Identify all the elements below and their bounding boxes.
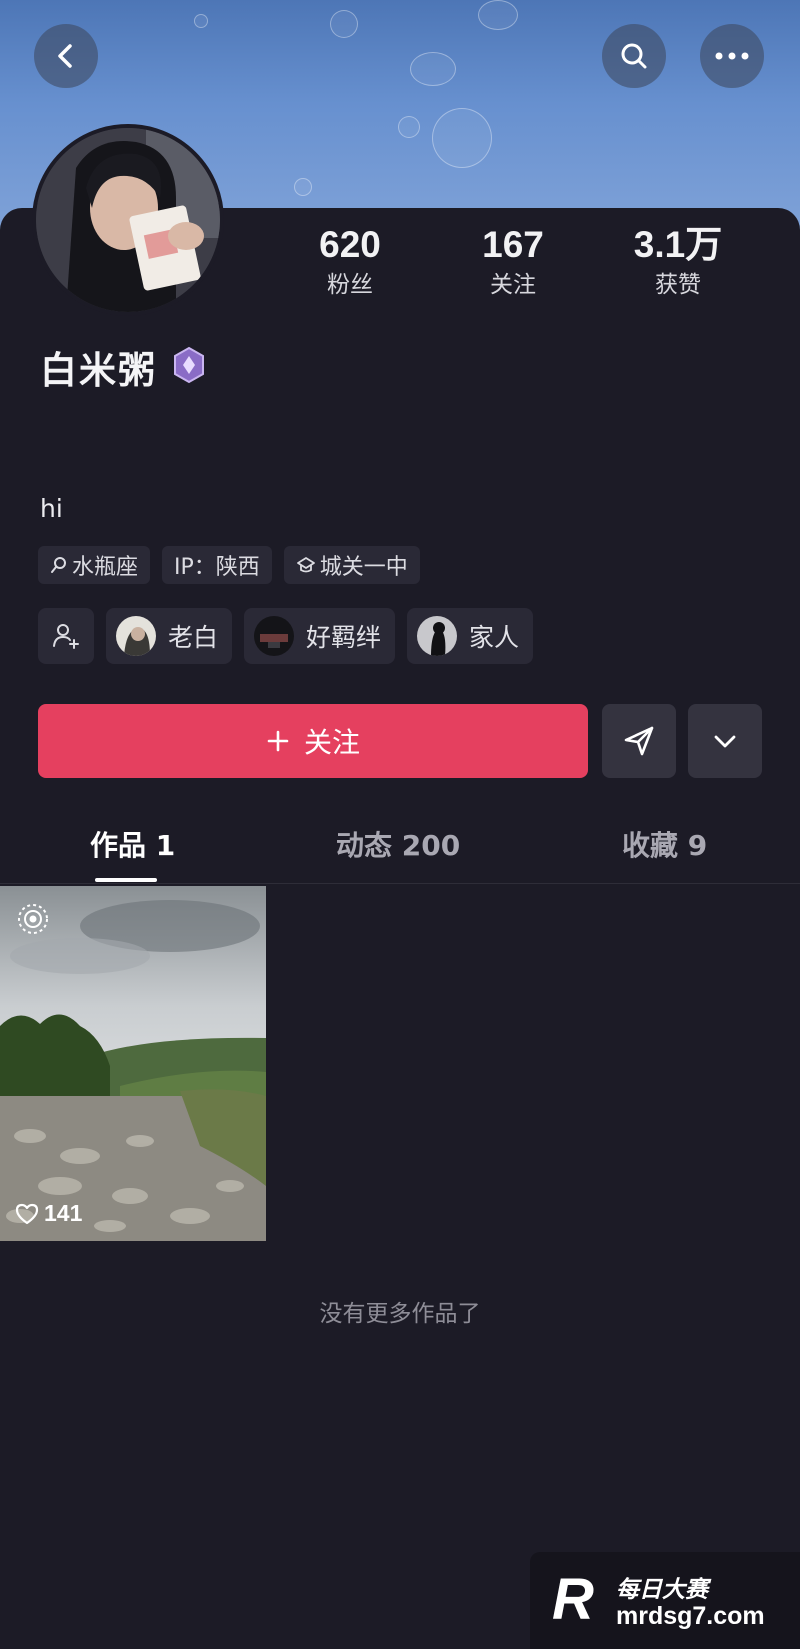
back-icon xyxy=(58,44,72,68)
live-icon xyxy=(18,904,48,934)
stat-following[interactable]: 167 关注 xyxy=(443,222,583,302)
stat-label: 获赞 xyxy=(655,272,701,298)
watermark-title: 每日大赛 xyxy=(616,1577,708,1603)
friend-avatar xyxy=(417,616,458,656)
avatar[interactable] xyxy=(32,124,224,316)
tag-label: IP：陕西 xyxy=(174,555,260,580)
watermark: R 每日大赛 mrdsg7.com xyxy=(530,1552,800,1649)
chevron-down-icon xyxy=(714,735,736,748)
send-icon xyxy=(624,726,654,756)
profile-page: 620 粉丝 167 关注 3.1万 获赞 白米粥 hi 水瓶座 IP：陕西 城… xyxy=(0,0,800,1649)
post-thumbnail[interactable]: 141 xyxy=(0,886,266,1241)
stat-value: 620 xyxy=(319,224,381,265)
follow-button[interactable]: 关注 xyxy=(38,704,588,778)
friend-item[interactable]: 好羁绊 xyxy=(244,608,396,664)
tab-favorites[interactable]: 收藏 9 xyxy=(622,824,707,864)
tag-ip[interactable]: IP：陕西 xyxy=(162,546,272,584)
tag-zodiac[interactable]: 水瓶座 xyxy=(38,546,151,584)
badge-icon[interactable] xyxy=(171,346,207,384)
bubble-decoration xyxy=(294,178,312,196)
friend-item[interactable]: 老白 xyxy=(106,608,233,664)
friend-list: 老白 好羁绊 家人 xyxy=(38,608,534,664)
tab-moments[interactable]: 动态 200 xyxy=(336,824,460,864)
more-icon xyxy=(715,52,749,60)
tag-label: 城关一中 xyxy=(319,555,408,580)
post-likes: 141 xyxy=(14,1200,82,1227)
profile-name: 白米粥 xyxy=(40,349,157,392)
bubble-decoration xyxy=(478,0,518,30)
bubble-decoration xyxy=(398,116,420,138)
friend-name: 家人 xyxy=(469,623,520,652)
friend-avatar xyxy=(116,616,156,656)
search-button[interactable] xyxy=(602,24,666,88)
search-icon xyxy=(621,43,647,69)
friend-name: 老白 xyxy=(168,623,219,652)
profile-bio: hi xyxy=(40,494,63,523)
watermark-url: mrdsg7.com xyxy=(616,1602,765,1630)
watermark-logo: R xyxy=(552,1567,594,1632)
stat-likes[interactable]: 3.1万 获赞 xyxy=(608,222,748,302)
friend-avatar xyxy=(254,616,295,656)
stat-label: 关注 xyxy=(490,272,536,298)
plus-icon xyxy=(267,730,289,752)
message-button[interactable] xyxy=(602,704,676,778)
tag-label: 水瓶座 xyxy=(72,555,139,580)
tag-school[interactable]: 城关一中 xyxy=(283,546,420,584)
stat-label: 粉丝 xyxy=(327,272,373,298)
back-button[interactable] xyxy=(34,24,98,88)
friend-item[interactable]: 家人 xyxy=(407,608,534,664)
active-tab-indicator xyxy=(95,878,157,882)
profile-tags: 水瓶座 IP：陕西 城关一中 xyxy=(38,546,420,584)
content-tabs: 作品 1 动态 200 收藏 9 xyxy=(0,814,800,884)
add-friend-icon xyxy=(53,624,79,649)
expand-button[interactable] xyxy=(688,704,762,778)
bubble-decoration xyxy=(432,108,492,168)
friend-name: 好羁绊 xyxy=(306,623,382,652)
no-more-text: 没有更多作品了 xyxy=(319,1301,481,1327)
post-likes-count: 141 xyxy=(44,1200,83,1226)
add-friend-button[interactable] xyxy=(38,608,94,664)
heart-icon xyxy=(15,1203,39,1224)
bubble-decoration xyxy=(330,10,358,38)
follow-label: 关注 xyxy=(303,726,360,759)
location-icon xyxy=(51,557,66,573)
bubble-decoration xyxy=(194,14,208,28)
school-icon xyxy=(296,557,315,573)
stat-value: 167 xyxy=(482,224,544,265)
stat-value: 3.1万 xyxy=(633,224,723,265)
bubble-decoration xyxy=(410,52,456,86)
stat-followers[interactable]: 620 粉丝 xyxy=(280,222,420,302)
post-image xyxy=(0,886,266,1241)
tab-works[interactable]: 作品 1 xyxy=(90,824,175,864)
more-button[interactable] xyxy=(700,24,764,88)
avatar-image xyxy=(36,128,220,312)
